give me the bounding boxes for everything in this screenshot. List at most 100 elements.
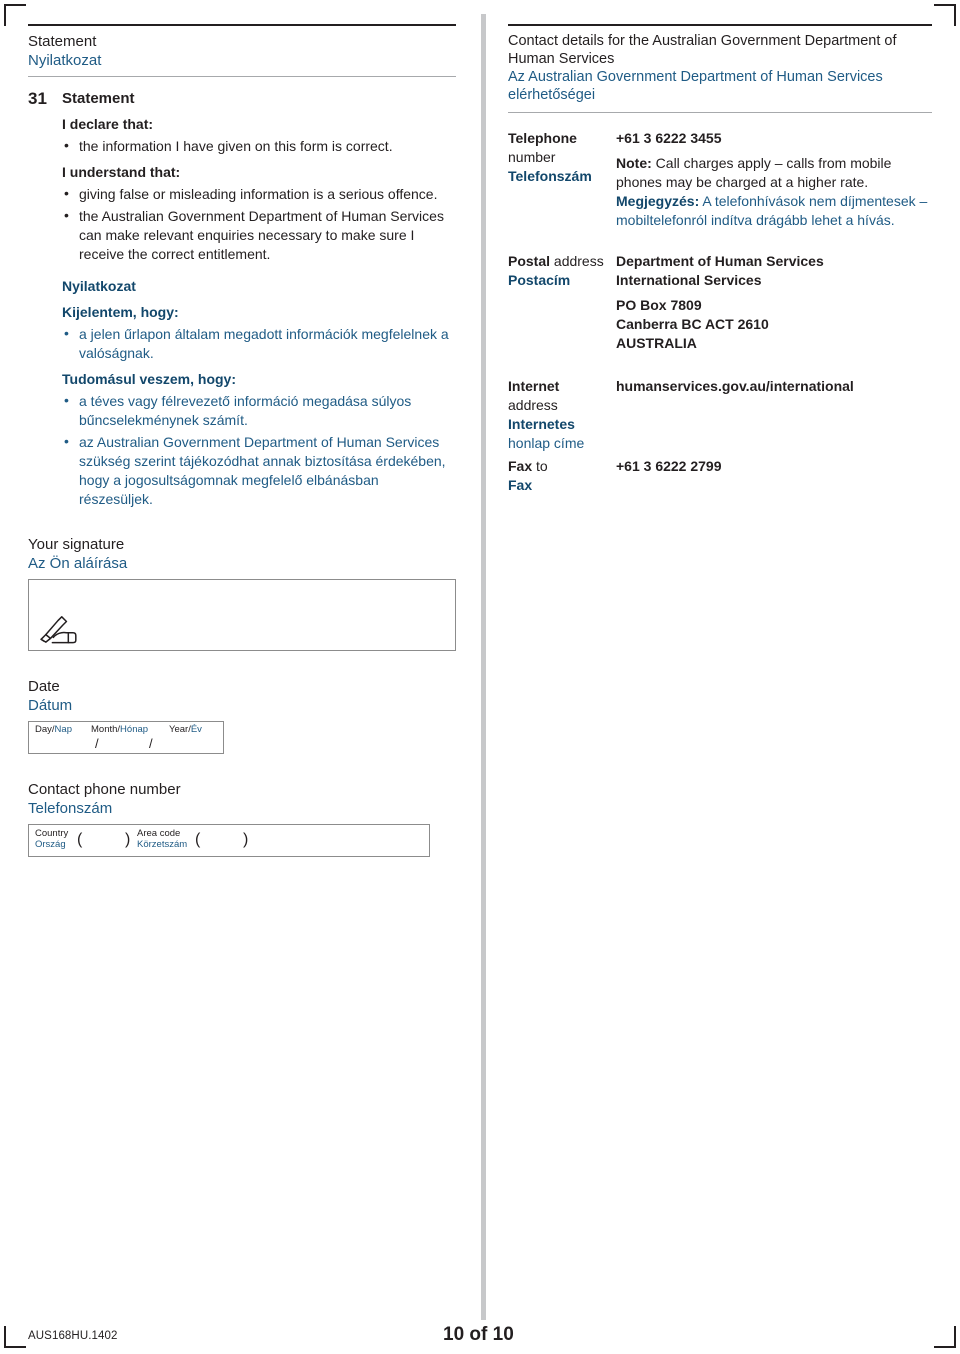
phone-country-label-hu: Ország: [35, 839, 66, 850]
left-column: Statement Nyilatkozat 31 Statement I dec…: [28, 24, 456, 857]
crop-mark-top-right: [934, 4, 956, 26]
date-label-en: Date: [28, 678, 60, 695]
phone-input-group[interactable]: Country Ország ( ) Area code Körzetszám …: [28, 824, 430, 857]
declare-heading-en: I declare that:: [62, 116, 154, 132]
date-month-label-hu: Hónap: [120, 724, 149, 735]
contact-key-telephone: Telephone number Telefonszám: [508, 129, 616, 230]
section-header-hu: Nyilatkozat: [28, 52, 102, 69]
understand-bullets-hu: a téves vagy félrevezető információ mega…: [62, 391, 456, 509]
contact-value-telephone: +61 3 6222 3455 Note: Call charges apply…: [616, 129, 932, 230]
contact-key-fax-bold: Fax: [508, 458, 533, 474]
contact-row-telephone: Telephone number Telefonszám +61 3 6222 …: [508, 129, 932, 230]
contact-key-telephone-hu: Telefonszám: [508, 168, 592, 184]
contact-key-postal-bold: Postal: [508, 253, 551, 269]
list-item: az Australian Government Department of H…: [62, 432, 456, 509]
signature-input[interactable]: [28, 579, 456, 651]
date-day-label-en: Day/: [35, 724, 55, 735]
contact-row-internet: Internet address Internetes honlap címe …: [508, 377, 932, 453]
phone-area-paren-close: ): [243, 831, 249, 848]
phone-country-paren-open: (: [77, 831, 83, 848]
telephone-number: +61 3 6222 3455: [616, 130, 722, 146]
understand-heading-en: I understand that:: [62, 164, 181, 180]
declare-bullets-hu: a jelen űrlapon általam megadott informá…: [62, 324, 456, 363]
question-number: 31: [28, 89, 47, 108]
phone-area-paren-open: (: [195, 831, 201, 848]
crop-mark-bottom-left: [4, 1326, 26, 1348]
contact-key-fax-plain: to: [536, 458, 548, 474]
telephone-note-label-en: Note:: [616, 155, 652, 171]
contact-key-postal: Postal address Postacím: [508, 252, 616, 353]
list-item: giving false or misleading information i…: [62, 184, 456, 204]
phone-label-hu: Telefonszám: [28, 800, 113, 817]
contact-value-postal: Department of Human Services Internation…: [616, 252, 932, 353]
form-code: AUS168HU.1402: [28, 1330, 118, 1342]
date-input-group[interactable]: Day/Nap Month/Hónap Year/Év / /: [28, 721, 224, 754]
date-label-hu: Dátum: [28, 697, 73, 714]
declare-heading-hu: Kijelentem, hogy:: [62, 304, 179, 320]
phone-area-label: Area code Körzetszám: [137, 828, 187, 850]
declare-bullets-en: the information I have given on this for…: [62, 136, 456, 156]
right-column: Contact details for the Australian Gover…: [508, 24, 932, 495]
contact-header-hu: Az Australian Government Department of H…: [508, 69, 883, 103]
question-31: 31 Statement I declare that: the informa…: [28, 89, 456, 509]
contact-key-telephone-bold: Telephone: [508, 130, 577, 146]
question-title-en: Statement: [62, 90, 135, 107]
postal-line-4: Canberra BC ACT 2610: [616, 316, 769, 332]
signature-label: Your signature Az Ön aláírása: [28, 535, 456, 573]
section-header-statement: Statement Nyilatkozat: [28, 24, 456, 77]
signature-label-hu: Az Ön aláírása: [28, 555, 128, 572]
telephone-note-label-hu: Megjegyzés:: [616, 193, 700, 209]
understand-heading-hu: Tudomásul veszem, hogy:: [62, 371, 236, 387]
phone-label: Contact phone number Telefonszám: [28, 780, 456, 818]
list-item: the Australian Government Department of …: [62, 206, 456, 264]
contact-row-fax: Fax to Fax +61 3 6222 2799: [508, 457, 932, 495]
telephone-note-text-en: Call charges apply – calls from mobile p…: [616, 155, 892, 190]
date-separator-2: /: [149, 736, 153, 751]
signature-label-en: Your signature: [28, 536, 125, 553]
phone-area-label-en: Area code: [137, 828, 181, 839]
column-divider: [481, 14, 486, 1320]
crop-mark-bottom-right: [934, 1326, 956, 1348]
contact-key-fax-hu: Fax: [508, 477, 533, 493]
phone-area-label-hu: Körzetszám: [137, 839, 188, 850]
contact-key-internet-plain: address: [508, 397, 558, 413]
phone-label-en: Contact phone number: [28, 781, 181, 798]
contact-key-postal-plain: address: [553, 253, 604, 269]
signing-hand-icon: [40, 616, 77, 644]
contact-details-header: Contact details for the Australian Gover…: [508, 24, 932, 113]
contact-row-postal: Postal address Postacím Department of Hu…: [508, 252, 932, 353]
list-item: a téves vagy félrevezető információ mega…: [62, 391, 456, 430]
postal-line-2: International Services: [616, 272, 762, 288]
list-item: a jelen űrlapon általam megadott informá…: [62, 324, 456, 363]
contact-value-internet: humanservices.gov.au/international: [616, 377, 932, 453]
page-number: 10 of 10: [443, 1324, 514, 1345]
list-item: the information I have given on this for…: [62, 136, 456, 156]
postal-line-1: Department of Human Services: [616, 253, 824, 269]
phone-country-label: Country Ország: [35, 828, 68, 850]
date-month-label: Month/Hónap: [91, 724, 148, 735]
internet-address[interactable]: humanservices.gov.au/international: [616, 377, 932, 396]
postal-line-5: AUSTRALIA: [616, 335, 697, 351]
date-separator-1: /: [95, 736, 99, 751]
date-label: Date Dátum: [28, 677, 456, 715]
contact-key-fax: Fax to Fax: [508, 457, 616, 495]
question-title-hu: Nyilatkozat: [62, 278, 136, 294]
contact-key-internet-hu-plain: honlap címe: [508, 435, 585, 451]
contact-value-fax: +61 3 6222 2799: [616, 457, 932, 495]
contact-header-en: Contact details for the Australian Gover…: [508, 33, 897, 67]
contact-key-internet-bold: Internet: [508, 378, 560, 394]
postal-line-3: PO Box 7809: [616, 297, 702, 313]
contact-key-telephone-plain: number: [508, 149, 556, 165]
contact-key-internet: Internet address Internetes honlap címe: [508, 377, 616, 453]
date-month-label-en: Month/: [91, 724, 121, 735]
section-header-en: Statement: [28, 33, 97, 50]
contact-key-postal-hu: Postacím: [508, 272, 571, 288]
date-day-label-hu: Nap: [54, 724, 72, 735]
phone-country-paren-close: ): [125, 831, 131, 848]
date-year-label: Year/Év: [169, 724, 202, 735]
telephone-note-hu: Megjegyzés: A telefonhívások nem díjment…: [616, 192, 932, 230]
phone-country-label-en: Country: [35, 828, 69, 839]
fax-number: +61 3 6222 2799: [616, 458, 722, 474]
telephone-note-en: Note: Call charges apply – calls from mo…: [616, 154, 932, 192]
understand-bullets-en: giving false or misleading information i…: [62, 184, 456, 264]
